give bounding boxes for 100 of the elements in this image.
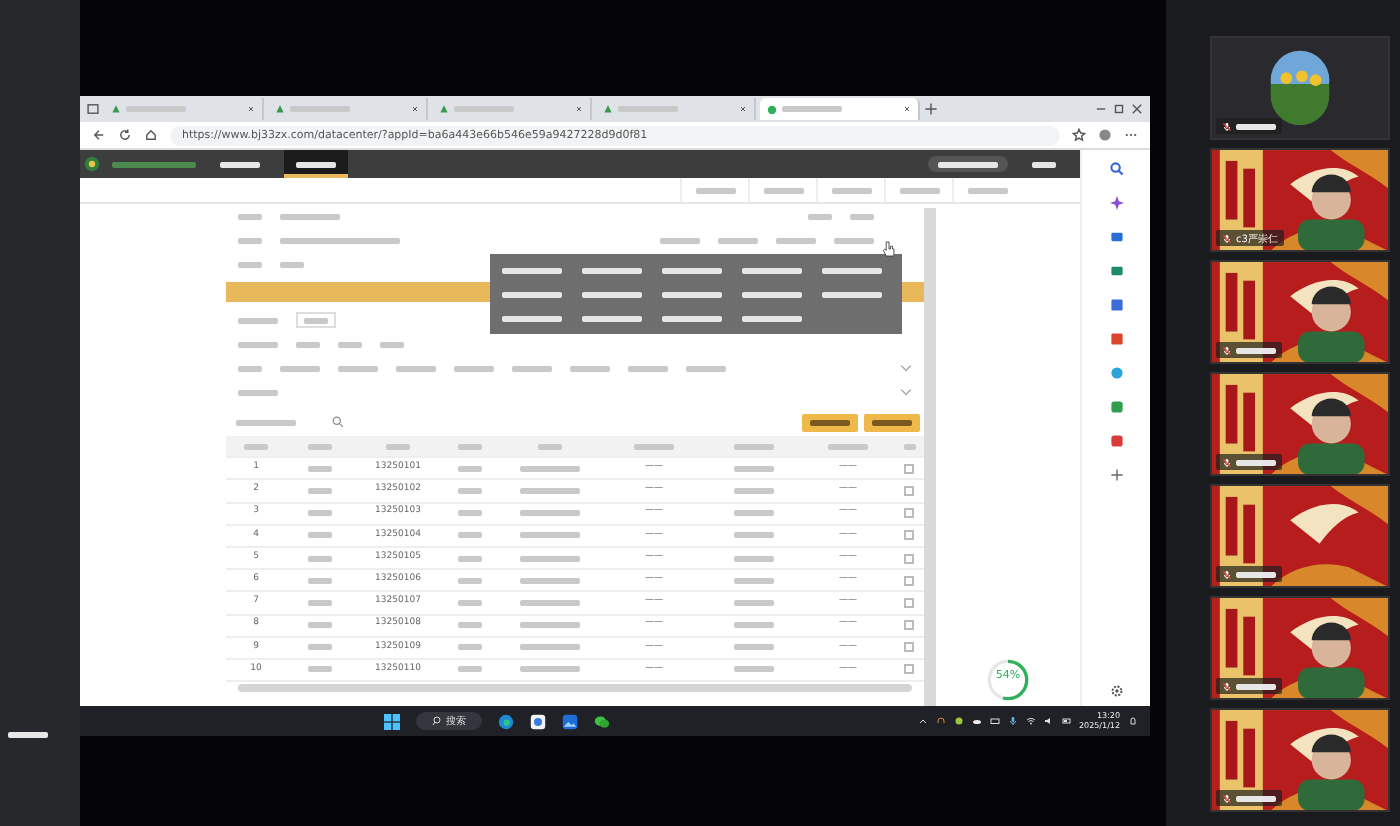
menu-item[interactable] (582, 291, 642, 297)
menu-item[interactable] (502, 315, 562, 321)
dot-favicon-icon (766, 103, 778, 115)
blurred-label (1236, 459, 1276, 465)
blurred-label (458, 510, 482, 517)
blurred-label (520, 532, 580, 539)
menu-item[interactable] (502, 267, 562, 273)
blurred-label (458, 465, 482, 472)
close-icon[interactable] (410, 104, 420, 114)
windows-start-icon[interactable] (383, 713, 400, 729)
home-icon[interactable] (144, 128, 158, 142)
close-icon[interactable] (574, 104, 584, 114)
blurred-label (520, 465, 580, 472)
triangle-favicon-icon (602, 103, 614, 115)
blurred-label (458, 599, 482, 606)
header-button[interactable] (928, 156, 1008, 172)
wifi-icon[interactable] (1025, 716, 1035, 726)
blurred-label (308, 465, 332, 472)
blurred-label (458, 622, 482, 629)
blurred-label (734, 465, 774, 472)
profile-icon[interactable] (1098, 128, 1112, 142)
minimize-icon[interactable] (1094, 102, 1108, 116)
blurred-label (458, 577, 482, 584)
blurred-label (458, 666, 482, 673)
blurred-label (520, 487, 580, 494)
nav-item[interactable] (284, 150, 348, 178)
menu-item[interactable] (742, 291, 802, 297)
microphone-icon[interactable] (1007, 716, 1017, 726)
menu-item[interactable] (822, 267, 882, 273)
blurred-label (1236, 123, 1276, 129)
keyboard-icon[interactable] (989, 716, 999, 726)
blurred-label (458, 644, 482, 651)
blurred-label (520, 555, 580, 562)
export-button[interactable] (864, 413, 920, 431)
cloud-icon[interactable] (971, 716, 981, 726)
blurred-label (734, 577, 774, 584)
blurred-label (112, 161, 196, 167)
menu-item[interactable] (822, 291, 882, 297)
menu-item[interactable] (662, 291, 722, 297)
close-icon[interactable] (1130, 102, 1144, 116)
menu-item[interactable] (582, 315, 642, 321)
blurred-label (734, 644, 774, 651)
blurred-label (734, 622, 774, 629)
chevron-icon[interactable] (900, 388, 912, 396)
blurred-label (458, 487, 482, 494)
close-icon[interactable] (902, 104, 912, 114)
blurred-label (8, 732, 48, 738)
blurred-label (734, 487, 774, 494)
blurred-label (308, 510, 332, 517)
chat-icon[interactable] (593, 713, 610, 729)
menu-item[interactable] (582, 267, 642, 273)
back-icon[interactable] (92, 128, 106, 142)
star-icon[interactable] (1072, 128, 1086, 142)
blurred-label (520, 666, 580, 673)
menu-item[interactable] (662, 315, 722, 321)
sparkle-icon[interactable] (1109, 196, 1123, 210)
blurred-label (308, 577, 332, 584)
triangle-favicon-icon (110, 103, 122, 115)
triangle-favicon-icon (274, 103, 286, 115)
menu-item[interactable] (742, 267, 802, 273)
new-tab-icon[interactable] (924, 102, 938, 116)
restore-icon[interactable] (1112, 102, 1126, 116)
menu-item[interactable] (742, 315, 802, 321)
browser-icon[interactable] (497, 713, 514, 729)
blurred-label (308, 599, 332, 606)
chevron-icon[interactable] (900, 364, 912, 372)
blurred-label (308, 666, 332, 673)
blurred-label (734, 666, 774, 673)
scrollbar[interactable] (924, 208, 936, 706)
app-icon[interactable] (529, 713, 546, 729)
blurred-label (308, 555, 332, 562)
menu-item[interactable] (502, 291, 562, 297)
blurred-label (308, 644, 332, 651)
plus-icon[interactable] (1109, 468, 1123, 482)
refresh-icon[interactable] (118, 128, 132, 142)
blurred-label (734, 532, 774, 539)
close-icon[interactable] (246, 104, 256, 114)
photos-icon[interactable] (561, 713, 578, 729)
blurred-label (734, 555, 774, 562)
blurred-label (734, 599, 774, 606)
app-icon[interactable] (953, 716, 963, 726)
scrollbar[interactable] (238, 684, 912, 693)
blurred-label (520, 644, 580, 651)
blurred-label (308, 487, 332, 494)
tab-actions-icon[interactable] (86, 102, 100, 116)
import-button[interactable] (802, 413, 858, 431)
blurred-label (1236, 795, 1276, 801)
close-icon[interactable] (738, 104, 748, 114)
school-logo-icon (84, 156, 100, 172)
menu-item[interactable] (662, 267, 722, 273)
blurred-label (520, 510, 580, 517)
blurred-label (1236, 571, 1276, 577)
headset-icon[interactable] (935, 716, 945, 726)
blurred-label (734, 510, 774, 517)
battery-icon[interactable] (1061, 716, 1071, 726)
blurred-label (1236, 683, 1276, 689)
blurred-label (308, 532, 332, 539)
triangle-favicon-icon (438, 103, 450, 115)
volume-icon[interactable] (1043, 716, 1053, 726)
settings-icon[interactable] (1109, 684, 1123, 698)
